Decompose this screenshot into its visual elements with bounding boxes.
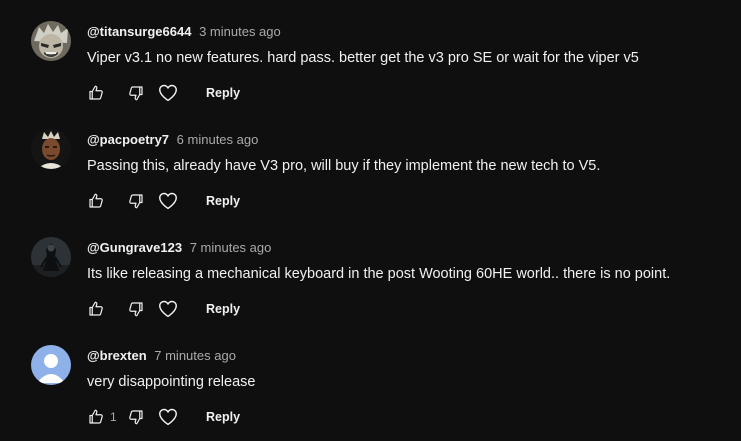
thumbs-down-icon xyxy=(129,194,143,209)
thumbs-up-icon xyxy=(89,409,103,424)
heart-icon xyxy=(159,408,177,426)
comment-text: Passing this, already have V3 pro, will … xyxy=(87,158,601,174)
comment-text: Viper v3.1 no new features. hard pass. b… xyxy=(87,50,639,66)
comment-author[interactable]: @brexten xyxy=(87,348,147,363)
comment-author[interactable]: @Gungrave123 xyxy=(87,240,182,255)
heart-button[interactable] xyxy=(152,188,184,214)
comment-timestamp[interactable]: 6 minutes ago xyxy=(177,132,259,147)
avatar[interactable] xyxy=(31,129,71,169)
thumbs-up-icon xyxy=(89,301,103,316)
comment-item: @titansurge6644 3 minutes ago Viper v3.1… xyxy=(0,0,741,108)
comment-actions: Reply xyxy=(80,188,240,214)
comment-author[interactable]: @titansurge6644 xyxy=(87,24,191,39)
reply-button[interactable]: Reply xyxy=(206,86,240,100)
like-button[interactable] xyxy=(80,296,112,322)
comment-actions: Reply xyxy=(80,296,240,322)
dark-figure-icon xyxy=(31,237,71,277)
anime-character-icon xyxy=(31,21,71,61)
like-button[interactable] xyxy=(80,404,112,430)
comment-timestamp[interactable]: 3 minutes ago xyxy=(199,24,281,39)
dislike-button[interactable] xyxy=(120,80,152,106)
dislike-button[interactable] xyxy=(120,296,152,322)
thumbs-down-icon xyxy=(129,302,143,317)
dislike-button[interactable] xyxy=(120,404,152,430)
heart-button[interactable] xyxy=(152,80,184,106)
thumbs-up-icon xyxy=(89,193,103,208)
comment-item: @Gungrave123 7 minutes ago Its like rele… xyxy=(0,216,741,324)
comment-author[interactable]: @pacpoetry7 xyxy=(87,132,169,147)
comment-timestamp[interactable]: 7 minutes ago xyxy=(190,240,272,255)
heart-icon xyxy=(159,192,177,210)
like-button[interactable] xyxy=(80,188,112,214)
comment-actions: 1 Reply xyxy=(80,404,240,430)
thumbs-down-icon xyxy=(129,86,143,101)
avatar[interactable] xyxy=(31,237,71,277)
like-count: 1 xyxy=(110,410,117,424)
thumbs-up-icon xyxy=(89,85,103,100)
comment-text: Its like releasing a mechanical keyboard… xyxy=(87,266,671,282)
comment-actions: Reply xyxy=(80,80,240,106)
comment-item: @pacpoetry7 6 minutes ago Passing this, … xyxy=(0,108,741,216)
thumbs-down-icon xyxy=(129,410,143,425)
heart-icon xyxy=(159,84,177,102)
reply-button[interactable]: Reply xyxy=(206,302,240,316)
avatar[interactable] xyxy=(31,21,71,61)
reply-button[interactable]: Reply xyxy=(206,410,240,424)
comment-text: very disappointing release xyxy=(87,374,256,390)
default-person-icon xyxy=(31,345,71,385)
heart-button[interactable] xyxy=(152,404,184,430)
comment-item: @brexten 7 minutes ago very disappointin… xyxy=(0,324,741,432)
crowned-portrait-icon xyxy=(31,129,71,169)
avatar[interactable] xyxy=(31,345,71,385)
dislike-button[interactable] xyxy=(120,188,152,214)
comment-timestamp[interactable]: 7 minutes ago xyxy=(154,348,236,363)
heart-button[interactable] xyxy=(152,296,184,322)
heart-icon xyxy=(159,300,177,318)
reply-button[interactable]: Reply xyxy=(206,194,240,208)
like-button[interactable] xyxy=(80,80,112,106)
